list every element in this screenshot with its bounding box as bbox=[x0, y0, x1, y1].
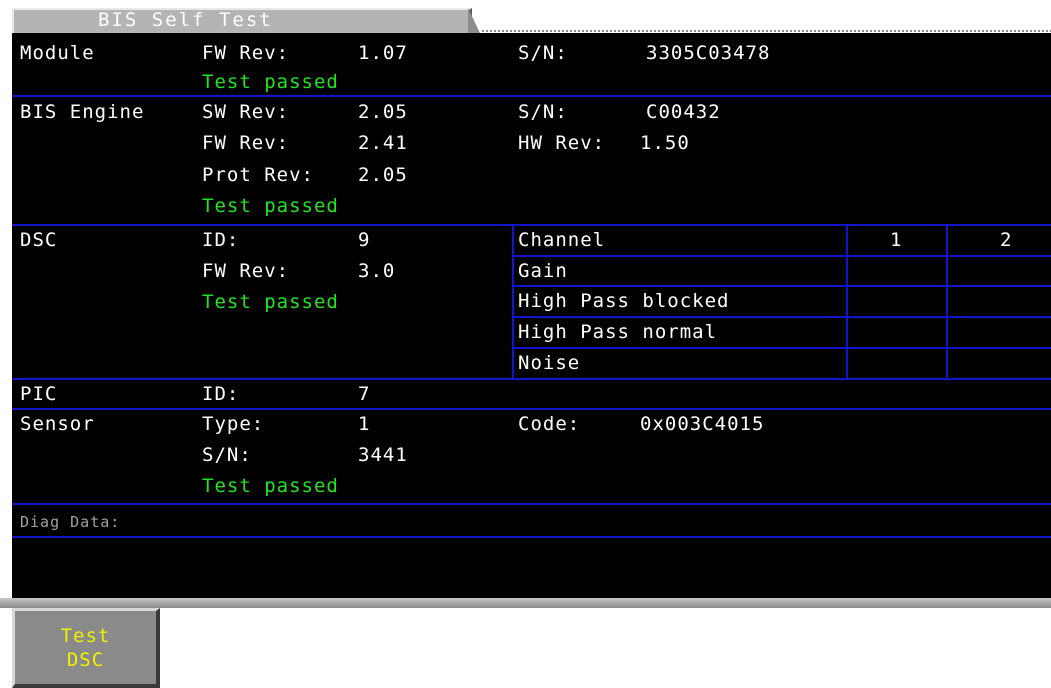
dsc-table-divider-1 bbox=[846, 224, 848, 380]
panel-left-margin bbox=[0, 0, 12, 608]
dsc-table-row-label: Gain bbox=[518, 260, 568, 282]
engine-status: Test passed bbox=[202, 195, 339, 217]
dsc-table-divider-2 bbox=[946, 224, 948, 380]
sensor-type-label: Type: bbox=[202, 413, 265, 435]
module-sn-label: S/N: bbox=[518, 42, 568, 64]
sensor-code-label: Code: bbox=[518, 413, 581, 435]
dsc-fw-rev-value: 3.0 bbox=[358, 260, 396, 282]
pic-id-value: 7 bbox=[358, 383, 371, 405]
dsc-status: Test passed bbox=[202, 291, 339, 313]
dsc-table-header-col1: 1 bbox=[890, 229, 903, 251]
dsc-table-rule bbox=[512, 255, 1051, 257]
sensor-sn-label: S/N: bbox=[202, 444, 252, 466]
separator-dsc bbox=[12, 378, 1051, 380]
button-area-margin bbox=[0, 608, 12, 688]
dsc-table-header-channel: Channel bbox=[518, 229, 606, 251]
test-dsc-button-label-line1: Test bbox=[60, 624, 111, 647]
dsc-id-label: ID: bbox=[202, 229, 240, 251]
dsc-table-border-left bbox=[512, 224, 514, 380]
dsc-table-row-label: High Pass blocked bbox=[518, 290, 730, 312]
module-fw-rev-label: FW Rev: bbox=[202, 42, 290, 64]
engine-sn-value: C00432 bbox=[646, 101, 721, 123]
engine-fw-rev-value: 2.41 bbox=[358, 132, 408, 154]
diag-data-label: Diag Data: bbox=[20, 513, 121, 531]
sensor-type-value: 1 bbox=[358, 413, 371, 435]
engine-fw-rev-label: FW Rev: bbox=[202, 132, 290, 154]
sensor-label: Sensor bbox=[20, 413, 95, 435]
separator-module bbox=[12, 95, 1051, 97]
engine-prot-rev-label: Prot Rev: bbox=[202, 164, 314, 186]
sensor-code-value: 0x003C4015 bbox=[640, 413, 765, 435]
test-dsc-button-label-line2: DSC bbox=[66, 648, 105, 671]
dsc-table-rule bbox=[512, 285, 1051, 287]
panel-bottom-edge bbox=[0, 598, 1051, 608]
sensor-sn-value: 3441 bbox=[358, 444, 408, 466]
module-status: Test passed bbox=[202, 71, 339, 93]
engine-hw-rev-label: HW Rev: bbox=[518, 132, 606, 154]
engine-prot-rev-value: 2.05 bbox=[358, 164, 408, 186]
test-dsc-button[interactable]: Test DSC bbox=[12, 608, 160, 688]
separator-pic bbox=[12, 408, 1051, 410]
sensor-status: Test passed bbox=[202, 475, 339, 497]
pic-label: PIC bbox=[20, 383, 58, 405]
dsc-table-header-col2: 2 bbox=[1000, 229, 1013, 251]
pic-id-label: ID: bbox=[202, 383, 240, 405]
dsc-table-rule bbox=[512, 347, 1051, 349]
window-tab-notch bbox=[468, 8, 480, 33]
separator-diag bbox=[12, 536, 1051, 538]
module-fw-rev-value: 1.07 bbox=[358, 42, 408, 64]
separator-engine bbox=[12, 224, 1051, 226]
module-sn-value: 3305C03478 bbox=[646, 42, 771, 64]
dsc-fw-rev-label: FW Rev: bbox=[202, 260, 290, 282]
engine-sw-rev-label: SW Rev: bbox=[202, 101, 290, 123]
engine-sn-label: S/N: bbox=[518, 101, 568, 123]
engine-hw-rev-value: 1.50 bbox=[640, 132, 690, 154]
module-label: Module bbox=[20, 42, 95, 64]
engine-label: BIS Engine bbox=[20, 101, 145, 123]
dsc-table-rule bbox=[512, 316, 1051, 318]
dsc-table-row-label: High Pass normal bbox=[518, 321, 718, 343]
separator-sensor bbox=[12, 503, 1051, 505]
dsc-id-value: 9 bbox=[358, 229, 371, 251]
engine-sw-rev-value: 2.05 bbox=[358, 101, 408, 123]
window-title: BIS Self Test bbox=[98, 9, 273, 31]
dsc-table-row-label: Noise bbox=[518, 352, 581, 374]
dsc-label: DSC bbox=[20, 229, 58, 251]
header-dashed-line bbox=[482, 30, 1051, 32]
